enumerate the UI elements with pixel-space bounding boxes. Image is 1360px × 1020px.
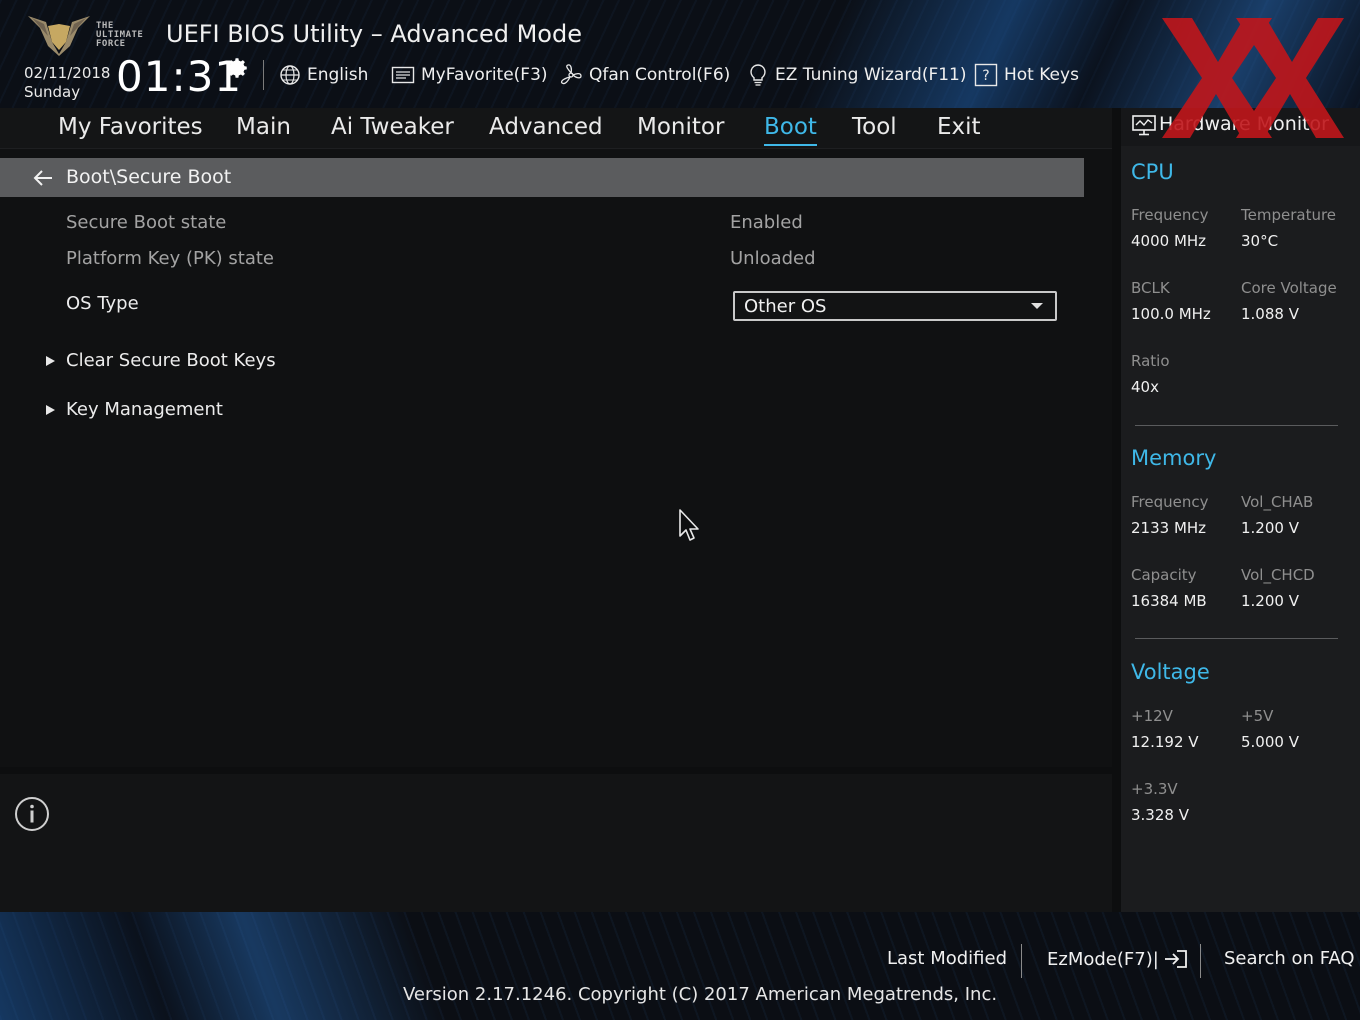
cpu-frequency-label: Frequency — [1131, 206, 1209, 224]
footer-divider — [1200, 944, 1201, 978]
ratio-value: 40x — [1131, 378, 1159, 396]
language-button[interactable]: English — [279, 62, 368, 88]
info-icon — [15, 797, 49, 831]
ezmode-label: EzMode(F7)| — [1047, 948, 1159, 970]
os-type-label: OS Type — [66, 293, 139, 314]
submenu-arrow-icon — [46, 405, 55, 415]
day-text: Sunday — [24, 83, 81, 101]
header-bar: THE ULTIMATE FORCE UEFI BIOS Utility – A… — [0, 0, 1360, 108]
last-modified-label: Last Modified — [887, 948, 1008, 969]
mouse-pointer-icon — [679, 509, 699, 541]
core-voltage-value: 1.088 V — [1241, 305, 1299, 323]
chevron-down-icon — [1031, 303, 1043, 309]
ez-tuning-wizard-button[interactable]: EZ Tuning Wizard(F11) — [747, 62, 967, 88]
bclk-label: BCLK — [1131, 279, 1170, 297]
exit-arrow-icon — [1164, 950, 1187, 968]
tab-main[interactable]: Main — [236, 112, 291, 142]
back-arrow-icon[interactable] — [32, 167, 54, 189]
tab-boot[interactable]: Boot — [764, 112, 817, 146]
date-text: 02/11/2018 — [24, 64, 111, 82]
tab-ai-tweaker[interactable]: Ai Tweaker — [331, 112, 454, 142]
section-divider — [1135, 638, 1338, 639]
capacity-label: Capacity — [1131, 566, 1197, 584]
voltage-heading: Voltage — [1131, 660, 1210, 684]
memory-heading: Memory — [1131, 446, 1217, 470]
tab-my-favorites[interactable]: My Favorites — [58, 112, 203, 142]
header-divider — [263, 60, 264, 90]
memory-frequency-value: 2133 MHz — [1131, 519, 1207, 537]
core-voltage-label: Core Voltage — [1241, 279, 1337, 297]
tab-advanced[interactable]: Advanced — [489, 112, 603, 142]
pk-state-label: Platform Key (PK) state — [66, 248, 275, 269]
version-text: Version 2.17.1246. Copyright (C) 2017 Am… — [403, 984, 998, 1005]
date-display: 02/11/2018 Sunday — [24, 64, 110, 102]
settings-panel: Boot\Secure Boot Secure Boot state Enabl… — [0, 149, 1112, 767]
qfan-control-button[interactable]: Qfan Control(F6) — [559, 62, 730, 88]
hot-keys-label: Hot Keys — [1004, 65, 1079, 85]
tab-tool[interactable]: Tool — [852, 112, 897, 142]
monitor-icon — [1132, 115, 1156, 136]
logo-tagline: THE ULTIMATE FORCE — [96, 21, 144, 49]
submenu-arrow-icon — [46, 356, 55, 366]
cpu-frequency-value: 4000 MHz — [1131, 232, 1207, 250]
capacity-value: 16384 MB — [1131, 592, 1207, 610]
search-faq-label: Search on FAQ — [1224, 948, 1355, 969]
submenu-label: Key Management — [66, 399, 223, 420]
tab-exit[interactable]: Exit — [937, 112, 981, 142]
tab-monitor[interactable]: Monitor — [637, 112, 724, 142]
breadcrumb: Boot\Secure Boot — [66, 166, 232, 188]
os-type-dropdown[interactable]: Other OS — [733, 291, 1057, 321]
cpu-temperature-value: 30°C — [1241, 232, 1279, 250]
tuf-logo: THE ULTIMATE FORCE — [26, 10, 150, 56]
v12-value: 12.192 V — [1131, 733, 1199, 751]
submenu-label: Clear Secure Boot Keys — [66, 350, 276, 371]
vol-chab-label: Vol_CHAB — [1241, 493, 1314, 511]
myfavorite-button[interactable]: MyFavorite(F3) — [391, 62, 548, 88]
footer-divider — [1021, 944, 1022, 978]
favorite-list-icon — [391, 66, 415, 84]
last-modified-button[interactable]: Last Modified — [887, 948, 1007, 969]
secure-boot-state-value: Enabled — [730, 212, 803, 233]
app-title: UEFI BIOS Utility – Advanced Mode — [166, 20, 582, 48]
help-key-icon: ? — [974, 63, 998, 87]
v5-label: +5V — [1241, 707, 1274, 725]
cpu-temperature-label: Temperature — [1241, 206, 1337, 224]
pk-state-value: Unloaded — [730, 248, 816, 269]
language-label: English — [307, 65, 369, 85]
secure-boot-state-label: Secure Boot state — [66, 212, 227, 233]
gear-icon[interactable] — [224, 55, 250, 81]
v5-value: 5.000 V — [1241, 733, 1299, 751]
v33-value: 3.328 V — [1131, 806, 1189, 824]
memory-frequency-label: Frequency — [1131, 493, 1209, 511]
ezmode-button[interactable]: EzMode(F7)| — [1047, 948, 1189, 970]
v12-label: +12V — [1131, 707, 1173, 725]
fan-icon — [560, 64, 582, 85]
hardware-monitor-header: Hardware Monitor — [1121, 108, 1360, 146]
v33-label: +3.3V — [1131, 780, 1178, 798]
vol-chab-value: 1.200 V — [1241, 519, 1299, 537]
tuf-emblem-icon — [28, 16, 90, 56]
footer-bar: Last Modified EzMode(F7)| Search on FAQ … — [0, 912, 1360, 1020]
main-nav: My Favorites Main Ai Tweaker Advanced Mo… — [0, 108, 1112, 149]
lightbulb-icon — [750, 64, 766, 86]
section-divider — [1135, 425, 1338, 426]
qfan-label: Qfan Control(F6) — [589, 65, 731, 85]
hot-keys-button[interactable]: ? Hot Keys — [974, 62, 1079, 88]
vol-chcd-value: 1.200 V — [1241, 592, 1299, 610]
ez-tuning-label: EZ Tuning Wizard(F11) — [775, 65, 967, 85]
vol-chcd-label: Vol_CHCD — [1241, 566, 1315, 584]
myfavorite-label: MyFavorite(F3) — [421, 65, 548, 85]
ratio-label: Ratio — [1131, 352, 1170, 370]
cpu-heading: CPU — [1131, 160, 1174, 184]
globe-icon — [280, 65, 300, 85]
bclk-value: 100.0 MHz — [1131, 305, 1211, 323]
hardware-monitor-panel: Hardware Monitor CPU Frequency 4000 MHz … — [1121, 108, 1360, 912]
svg-text:?: ? — [982, 68, 989, 84]
hardware-monitor-title: Hardware Monitor — [1159, 113, 1329, 135]
help-description-area — [0, 774, 1112, 912]
search-faq-button[interactable]: Search on FAQ — [1224, 948, 1355, 969]
breadcrumb-bar: Boot\Secure Boot — [0, 158, 1084, 197]
os-type-selected-value: Other OS — [744, 296, 827, 317]
